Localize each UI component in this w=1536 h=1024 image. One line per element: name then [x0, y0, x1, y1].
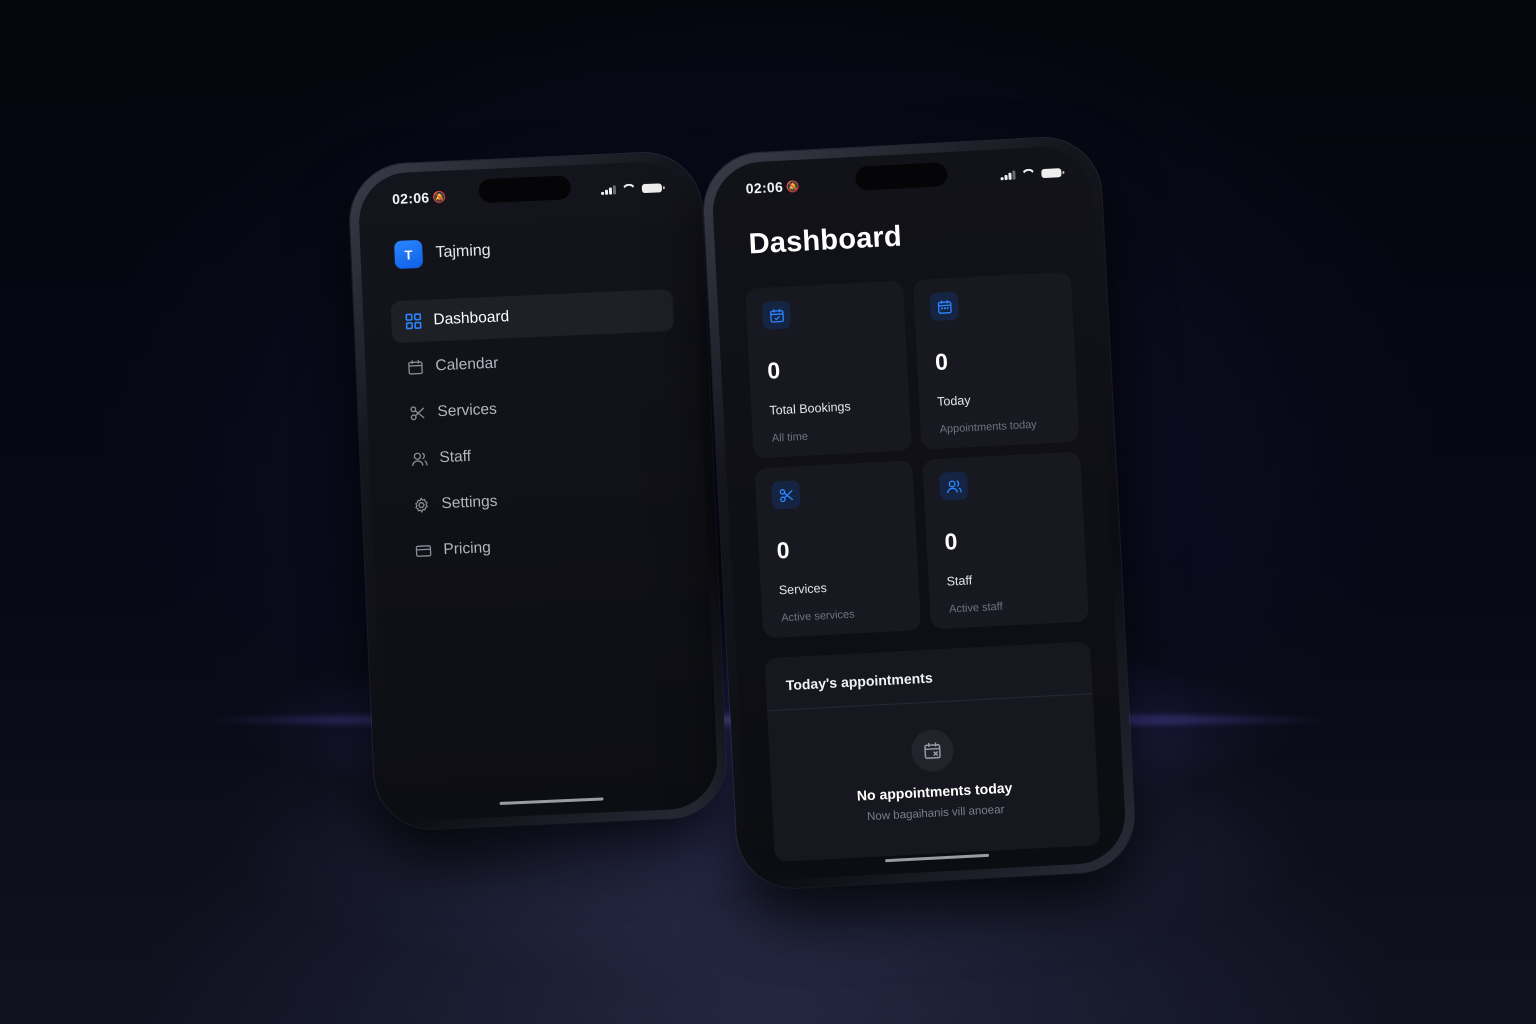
- signal-icon: [601, 184, 617, 195]
- stats-grid: 0 Total Bookings All time 0 Today Appoin…: [745, 271, 1089, 639]
- page-title: Dashboard: [747, 220, 903, 261]
- wifi-icon: [1021, 168, 1036, 179]
- stat-sublabel: Appointments today: [939, 418, 1038, 436]
- bell-muted-icon: 🔕: [432, 191, 447, 204]
- status-time: 02:06: [745, 178, 784, 197]
- phone-right: 02:06 🔕 Dashboard 0 Total Bookings All t…: [701, 135, 1137, 891]
- stat-label: Today: [936, 393, 971, 409]
- sidebar-item-label: Staff: [439, 447, 472, 467]
- scissors-icon: [409, 405, 426, 422]
- sidebar-item-label: Services: [437, 400, 498, 421]
- users-icon: [938, 471, 969, 501]
- battery-icon: [1041, 167, 1062, 178]
- stat-card-services[interactable]: 0 Services Active services: [754, 460, 922, 639]
- grid-icon: [405, 313, 422, 330]
- phone-left-screen: 02:06 🔕 T Tajming Dashboard Calendar Ser…: [357, 160, 719, 822]
- stat-sublabel: All time: [771, 430, 809, 445]
- status-icons: [1000, 167, 1062, 181]
- stat-label: Total Bookings: [769, 399, 852, 418]
- stat-value: 0: [943, 528, 958, 555]
- wifi-icon: [622, 183, 636, 194]
- brand-logo: T: [393, 239, 424, 270]
- stat-value: 0: [934, 348, 949, 375]
- sidebar-item-label: Pricing: [443, 539, 492, 559]
- phone-right-screen: 02:06 🔕 Dashboard 0 Total Bookings All t…: [710, 144, 1128, 882]
- status-time: 02:06: [391, 189, 430, 208]
- scene-background: 02:06 🔕 T Tajming Dashboard Calendar Ser…: [0, 0, 1536, 1024]
- stat-label: Services: [778, 580, 828, 598]
- sidebar-item-services[interactable]: Services: [395, 381, 679, 435]
- scissors-icon: [771, 480, 801, 510]
- status-icons: [601, 182, 663, 195]
- panel-title: Today's appointments: [785, 669, 934, 694]
- home-indicator[interactable]: [499, 797, 604, 805]
- divider: [767, 693, 1093, 712]
- battery-icon: [641, 182, 663, 193]
- sidebar-item-label: Calendar: [435, 354, 499, 375]
- gear-icon: [413, 497, 430, 514]
- sidebar-nav: Dashboard Calendar Services Staff Settin…: [390, 288, 685, 577]
- users-icon: [411, 451, 428, 468]
- calendar-x-icon: [910, 728, 955, 773]
- calendar-day-icon: [929, 291, 959, 322]
- phone-left: 02:06 🔕 T Tajming Dashboard Calendar Ser…: [347, 150, 729, 832]
- stat-card-today[interactable]: 0 Today Appointments today: [912, 271, 1080, 450]
- bell-muted-icon: 🔕: [785, 180, 801, 194]
- status-time-group: 02:06 🔕: [392, 189, 447, 207]
- stat-label: Staff: [946, 573, 973, 589]
- stat-sublabel: Active services: [781, 608, 855, 625]
- credit-card-icon: [415, 543, 432, 560]
- sidebar-item-calendar[interactable]: Calendar: [393, 335, 677, 389]
- calendar-check-icon: [761, 300, 792, 330]
- status-time-group: 02:06 🔕: [745, 178, 800, 197]
- stat-card-total-bookings[interactable]: 0 Total Bookings All time: [745, 280, 912, 459]
- sidebar-item-pricing[interactable]: Pricing: [401, 519, 685, 573]
- stat-value: 0: [766, 357, 781, 384]
- brand[interactable]: T Tajming: [393, 237, 491, 270]
- todays-appointments-panel: Today's appointments No appointments tod…: [764, 641, 1101, 863]
- calendar-icon: [407, 359, 424, 376]
- stat-sublabel: Active staff: [948, 600, 1003, 616]
- brand-name: Tajming: [435, 241, 491, 262]
- stat-value: 0: [776, 536, 791, 564]
- sidebar-item-dashboard[interactable]: Dashboard: [390, 288, 675, 344]
- stat-card-staff[interactable]: 0 Staff Active staff: [922, 451, 1089, 630]
- sidebar-item-label: Dashboard: [433, 308, 510, 329]
- sidebar-item-staff[interactable]: Staff: [397, 427, 681, 481]
- sidebar-item-settings[interactable]: Settings: [399, 473, 683, 527]
- signal-icon: [1000, 169, 1016, 181]
- sidebar-item-label: Settings: [441, 492, 498, 513]
